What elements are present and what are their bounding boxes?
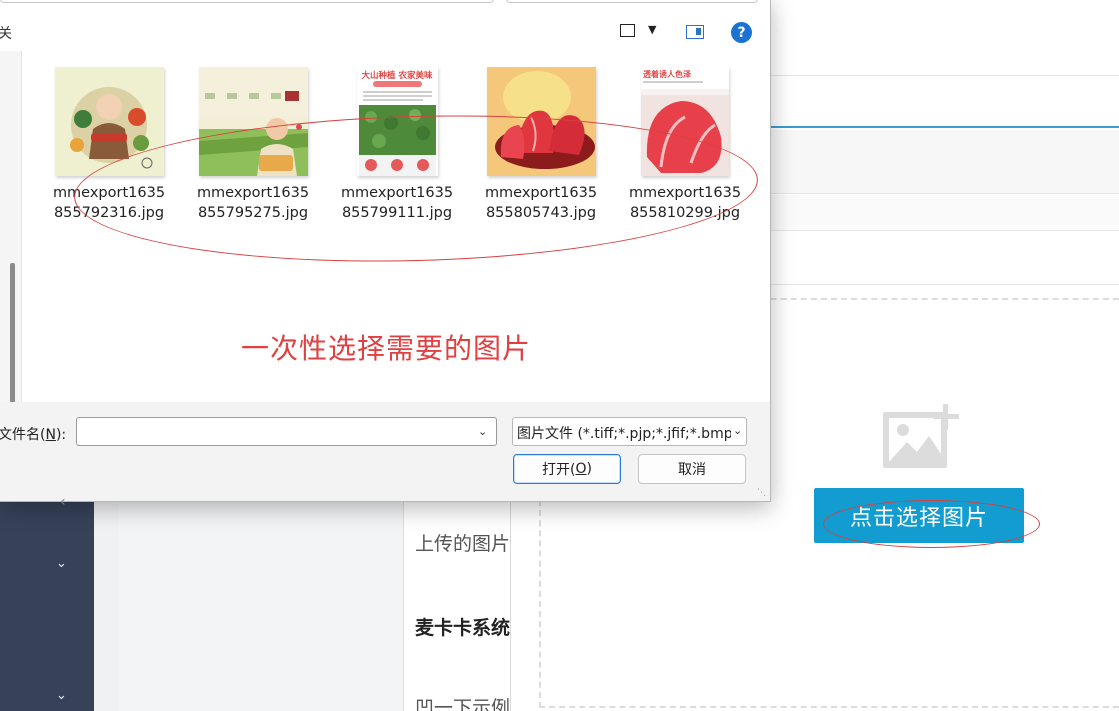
filename-label-text: 文件名( bbox=[0, 427, 46, 443]
uploaded-images-text: 上传的图片 bbox=[415, 533, 510, 555]
file-type-chevron-icon[interactable]: ⌄ bbox=[731, 424, 743, 437]
menu-expand-chevron-icon[interactable]: ⌄ bbox=[56, 688, 67, 703]
thumbnail-title: 大山种植 农家美味 bbox=[361, 71, 433, 81]
help-icon[interactable]: ? bbox=[731, 22, 752, 43]
open-button[interactable]: 打开(O) bbox=[513, 454, 621, 484]
sidebar-collapse-chevron-icon[interactable]: ‹ bbox=[60, 494, 66, 510]
panel-divider bbox=[771, 284, 1119, 285]
example-text: 凹一下示例 bbox=[415, 697, 510, 711]
file-list: mmexport1635 855792316.jpg mmexport1635 … bbox=[23, 51, 770, 402]
dialog-footer: 文件名(N): ⌄ 图片文件 (*.tiff;*.pjp;*.jfif;*.bm… bbox=[0, 402, 770, 501]
preview-pane-icon[interactable] bbox=[686, 25, 704, 39]
open-label-accelerator: O bbox=[575, 461, 587, 477]
background-sidebar: ⌄ ⌄ bbox=[0, 500, 94, 711]
address-bar[interactable] bbox=[0, 0, 494, 3]
navigation-scrollbar[interactable] bbox=[10, 263, 15, 410]
resize-grip-icon[interactable]: ⋱ bbox=[757, 488, 767, 498]
image-placeholder-icon bbox=[883, 404, 959, 468]
filename-history-chevron-icon[interactable]: ⌄ bbox=[478, 425, 487, 438]
background-article: 上传的图片 麦卡卡系统 凹一下示例 bbox=[404, 500, 510, 711]
view-options-chevron-icon[interactable]: ▼ bbox=[648, 23, 656, 36]
filename-label-suffix: ): bbox=[55, 427, 67, 443]
search-box[interactable] bbox=[506, 0, 758, 3]
background-content-area bbox=[119, 500, 403, 711]
filename-label: 文件名(N): bbox=[0, 424, 66, 444]
section-heading: 麦卡卡系统 bbox=[415, 617, 510, 639]
background-gutter bbox=[94, 500, 119, 711]
cancel-button[interactable]: 取消 bbox=[638, 454, 746, 484]
annotation-ellipse-button bbox=[823, 500, 1040, 548]
file-type-select[interactable]: 图片文件 (*.tiff;*.pjp;*.jfif;*.bmp bbox=[512, 417, 747, 446]
file-open-dialog: 关 ▼ ? mmexport1635 bbox=[0, 0, 771, 502]
panel-band bbox=[771, 195, 1119, 231]
toolbar-label[interactable]: 关 bbox=[0, 23, 12, 43]
filename-input[interactable] bbox=[76, 417, 497, 446]
change-view-icon[interactable] bbox=[620, 24, 635, 37]
annotation-text: 一次性选择需要的图片 bbox=[241, 332, 532, 365]
filename-label-accelerator: N bbox=[45, 427, 56, 443]
panel-divider bbox=[771, 75, 1119, 76]
panel-band bbox=[771, 130, 1119, 194]
open-label-suffix: ) bbox=[586, 461, 592, 477]
thumbnail-title: 透着诱人色泽 bbox=[643, 70, 691, 79]
menu-expand-chevron-icon[interactable]: ⌄ bbox=[56, 556, 67, 571]
navigation-pane[interactable] bbox=[0, 51, 22, 410]
open-label-text: 打开( bbox=[542, 462, 576, 478]
panel-tab-underline bbox=[771, 126, 1119, 128]
